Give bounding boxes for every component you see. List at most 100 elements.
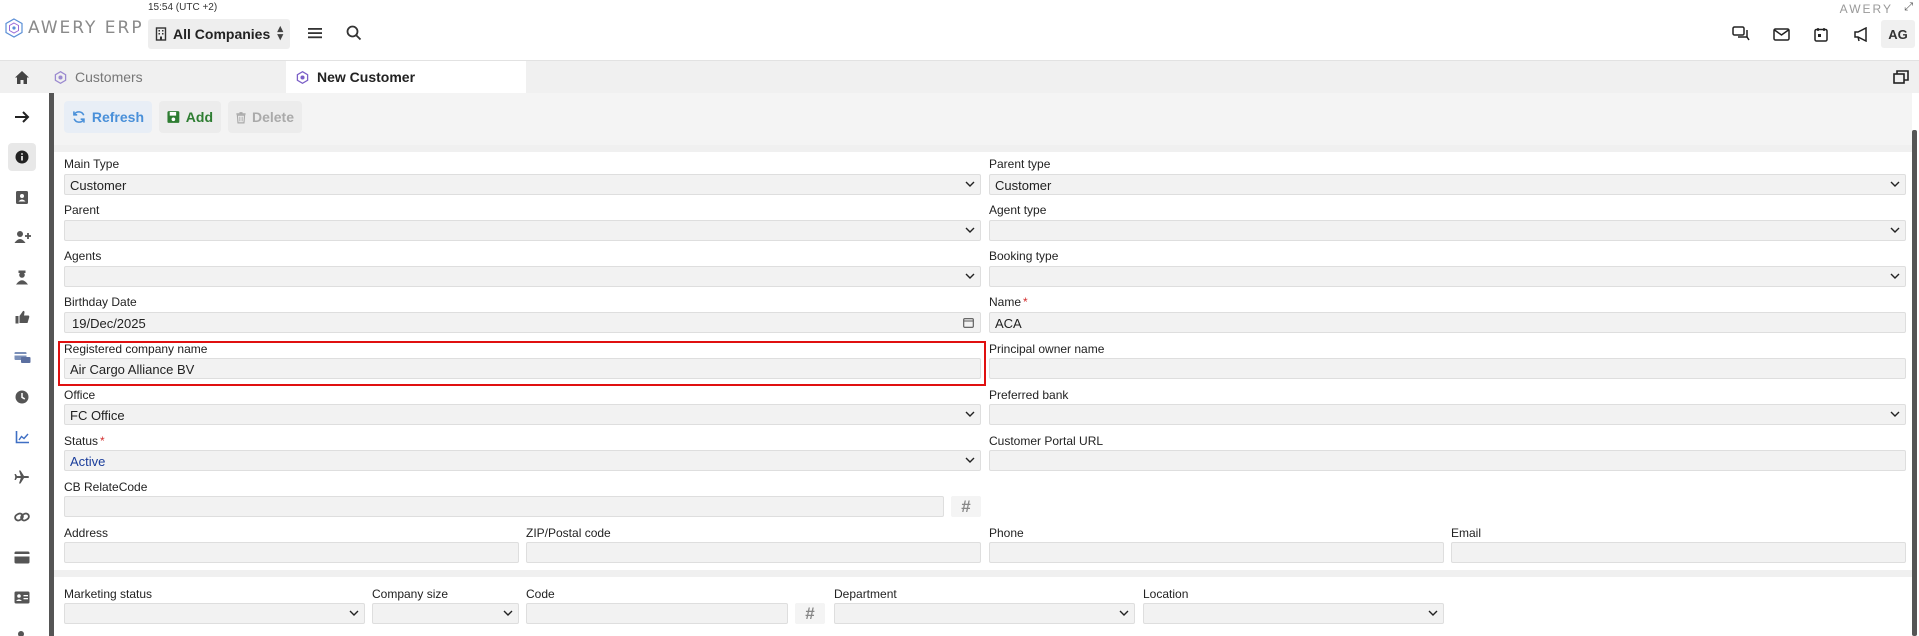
address-book-icon: [16, 190, 28, 204]
mail-icon[interactable]: [1761, 20, 1801, 48]
logo-icon: [5, 18, 23, 38]
chevron-down-icon: [965, 181, 975, 187]
zip-input[interactable]: [526, 542, 981, 563]
chevron-down-icon: [1890, 181, 1900, 187]
sidebar-item-add-user[interactable]: [8, 223, 36, 251]
card-transfer-icon: [14, 352, 30, 363]
principal-owner-name-input[interactable]: [989, 358, 1906, 379]
calendar-icon[interactable]: [963, 317, 974, 328]
agent-type-select[interactable]: [989, 220, 1906, 241]
registered-company-name-label: Registered company name: [64, 342, 208, 356]
location-label: Location: [1143, 587, 1189, 601]
marketing-status-select[interactable]: [64, 603, 365, 624]
user-lock-icon: [18, 631, 24, 636]
sidebar-item-agent[interactable]: [8, 263, 36, 291]
sidebar-item-id-card[interactable]: [8, 583, 36, 611]
main-type-value: Customer: [70, 178, 127, 193]
booking-type-label: Booking type: [989, 249, 1059, 263]
chevron-down-icon: [965, 273, 975, 279]
code-label: Code: [526, 587, 555, 601]
generate-code-button[interactable]: #: [795, 603, 825, 624]
location-select[interactable]: [1143, 603, 1444, 624]
tab-customers[interactable]: Customers: [44, 61, 286, 93]
name-value: ACA: [995, 316, 1022, 331]
code-input[interactable]: [526, 603, 788, 624]
chart-icon: [15, 431, 29, 444]
sidebar-item-contacts[interactable]: [8, 183, 36, 211]
parent-label: Parent: [64, 203, 100, 217]
sidebar-item-chart[interactable]: [8, 423, 36, 451]
birthday-date-value: 19/Dec/2025: [72, 316, 146, 331]
office-label: Office: [64, 388, 96, 402]
link-icon: [14, 512, 30, 522]
refresh-button[interactable]: Refresh: [64, 101, 152, 133]
sidebar-collapse-arrow[interactable]: [8, 103, 36, 131]
search-icon[interactable]: [345, 24, 363, 42]
home-tab[interactable]: [0, 61, 44, 93]
booking-type-select[interactable]: [989, 266, 1906, 287]
customer-portal-url-input[interactable]: [989, 450, 1906, 471]
customer-form: Main Type Customer Parent type Customer …: [54, 152, 1912, 636]
credit-card-icon: [14, 551, 30, 563]
refresh-icon: [73, 111, 85, 123]
status-select[interactable]: Active: [64, 450, 981, 471]
home-icon: [15, 70, 29, 84]
parent-type-select[interactable]: Customer: [989, 174, 1906, 195]
windows-icon[interactable]: [1893, 69, 1909, 85]
hexagon-icon: [54, 70, 67, 84]
sidebar-item-feedback[interactable]: [8, 303, 36, 331]
top-actions: AG: [1721, 20, 1919, 48]
menu-icon[interactable]: [306, 24, 324, 42]
birthday-date-input[interactable]: 19/Dec/2025: [64, 312, 981, 333]
megaphone-icon[interactable]: [1841, 20, 1881, 48]
sidebar-item-flights[interactable]: [8, 463, 36, 491]
plane-icon: [14, 470, 29, 484]
chevron-down-icon: [1428, 610, 1438, 616]
address-input[interactable]: [64, 542, 519, 563]
address-label: Address: [64, 526, 109, 540]
agents-select[interactable]: [64, 266, 981, 287]
company-size-select[interactable]: [372, 603, 519, 624]
tab-new-customer[interactable]: New Customer: [286, 61, 526, 93]
sidebar-item-payment[interactable]: [8, 343, 36, 371]
generate-code-button[interactable]: #: [951, 496, 981, 517]
thumbs-up-icon: [15, 310, 29, 324]
add-button[interactable]: Add: [159, 101, 221, 133]
brand-name: AWERY: [1839, 2, 1893, 16]
preferred-bank-select[interactable]: [989, 404, 1906, 425]
sidebar-item-links[interactable]: [8, 503, 36, 531]
parent-type-label: Parent type: [989, 157, 1051, 171]
phone-input[interactable]: [989, 542, 1444, 563]
user-avatar[interactable]: AG: [1881, 20, 1915, 48]
email-input[interactable]: [1451, 542, 1906, 563]
vertical-scrollbar[interactable]: [1912, 130, 1917, 636]
registered-company-name-input[interactable]: Air Cargo Alliance BV: [64, 358, 981, 379]
sidebar-item-cards[interactable]: [8, 543, 36, 571]
main-type-select[interactable]: Customer: [64, 174, 981, 195]
office-select[interactable]: FC Office: [64, 404, 981, 425]
chat-icon[interactable]: [1721, 20, 1761, 48]
company-select[interactable]: All Companies ▴ ▾: [148, 19, 290, 49]
sidebar-item-history[interactable]: [8, 383, 36, 411]
app-logo[interactable]: AWERY ERP: [4, 18, 144, 38]
info-icon: [15, 150, 29, 164]
calendar-icon[interactable]: [1801, 20, 1841, 48]
department-select[interactable]: [834, 603, 1135, 624]
logo-text: AWERY ERP: [28, 18, 144, 38]
sidebar-item-user-lock[interactable]: [8, 623, 36, 636]
status-value: Active: [70, 454, 106, 469]
email-label: Email: [1451, 526, 1482, 540]
required-mark: *: [1023, 295, 1028, 309]
name-input[interactable]: ACA: [989, 312, 1906, 333]
delete-button[interactable]: Delete: [228, 101, 302, 133]
chevron-down-icon: [965, 227, 975, 233]
chevron-down-icon: [965, 411, 975, 417]
hexagon-icon: [296, 70, 309, 84]
cb-relate-code-input[interactable]: [64, 496, 944, 517]
parent-select[interactable]: [64, 220, 981, 241]
sidebar-item-info[interactable]: [8, 143, 36, 171]
parent-type-value: Customer: [995, 178, 1052, 193]
refresh-label: Refresh: [91, 109, 144, 125]
arrow-right-icon: [15, 111, 30, 123]
expand-icon[interactable]: ⤢: [1904, 1, 1913, 14]
